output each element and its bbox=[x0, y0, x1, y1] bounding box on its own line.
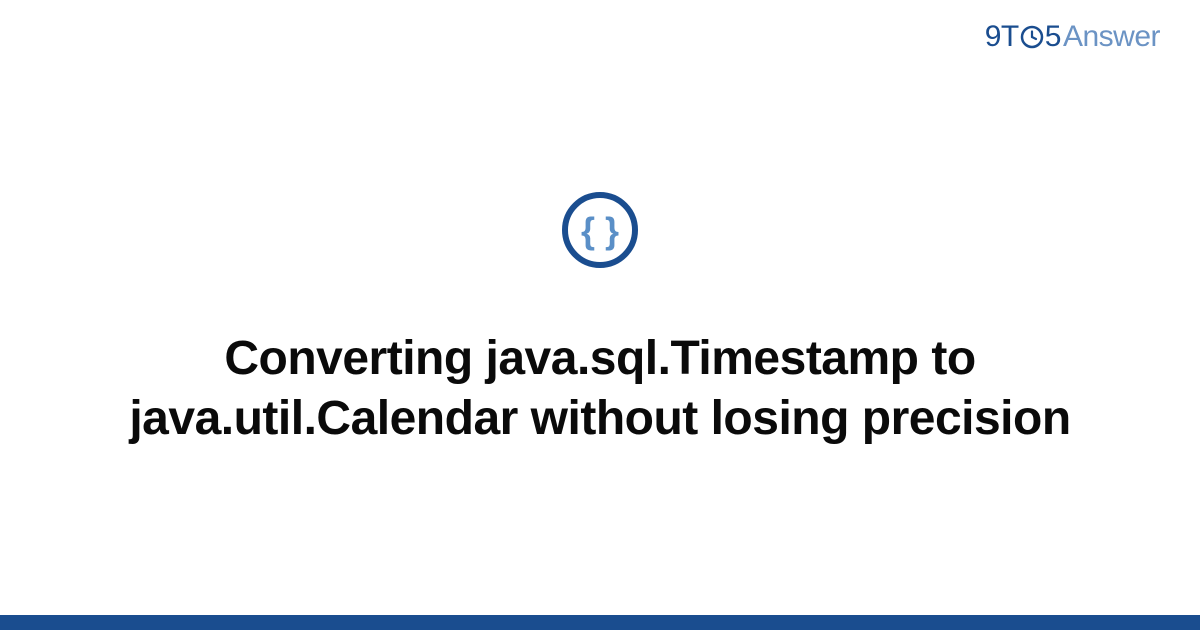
code-braces-icon: { } bbox=[561, 191, 639, 274]
main-content: { } Converting java.sql.Timestamp to jav… bbox=[0, 0, 1200, 630]
page-title: Converting java.sql.Timestamp to java.ut… bbox=[80, 329, 1120, 449]
svg-text:{ }: { } bbox=[581, 210, 619, 251]
footer-accent-bar bbox=[0, 615, 1200, 630]
